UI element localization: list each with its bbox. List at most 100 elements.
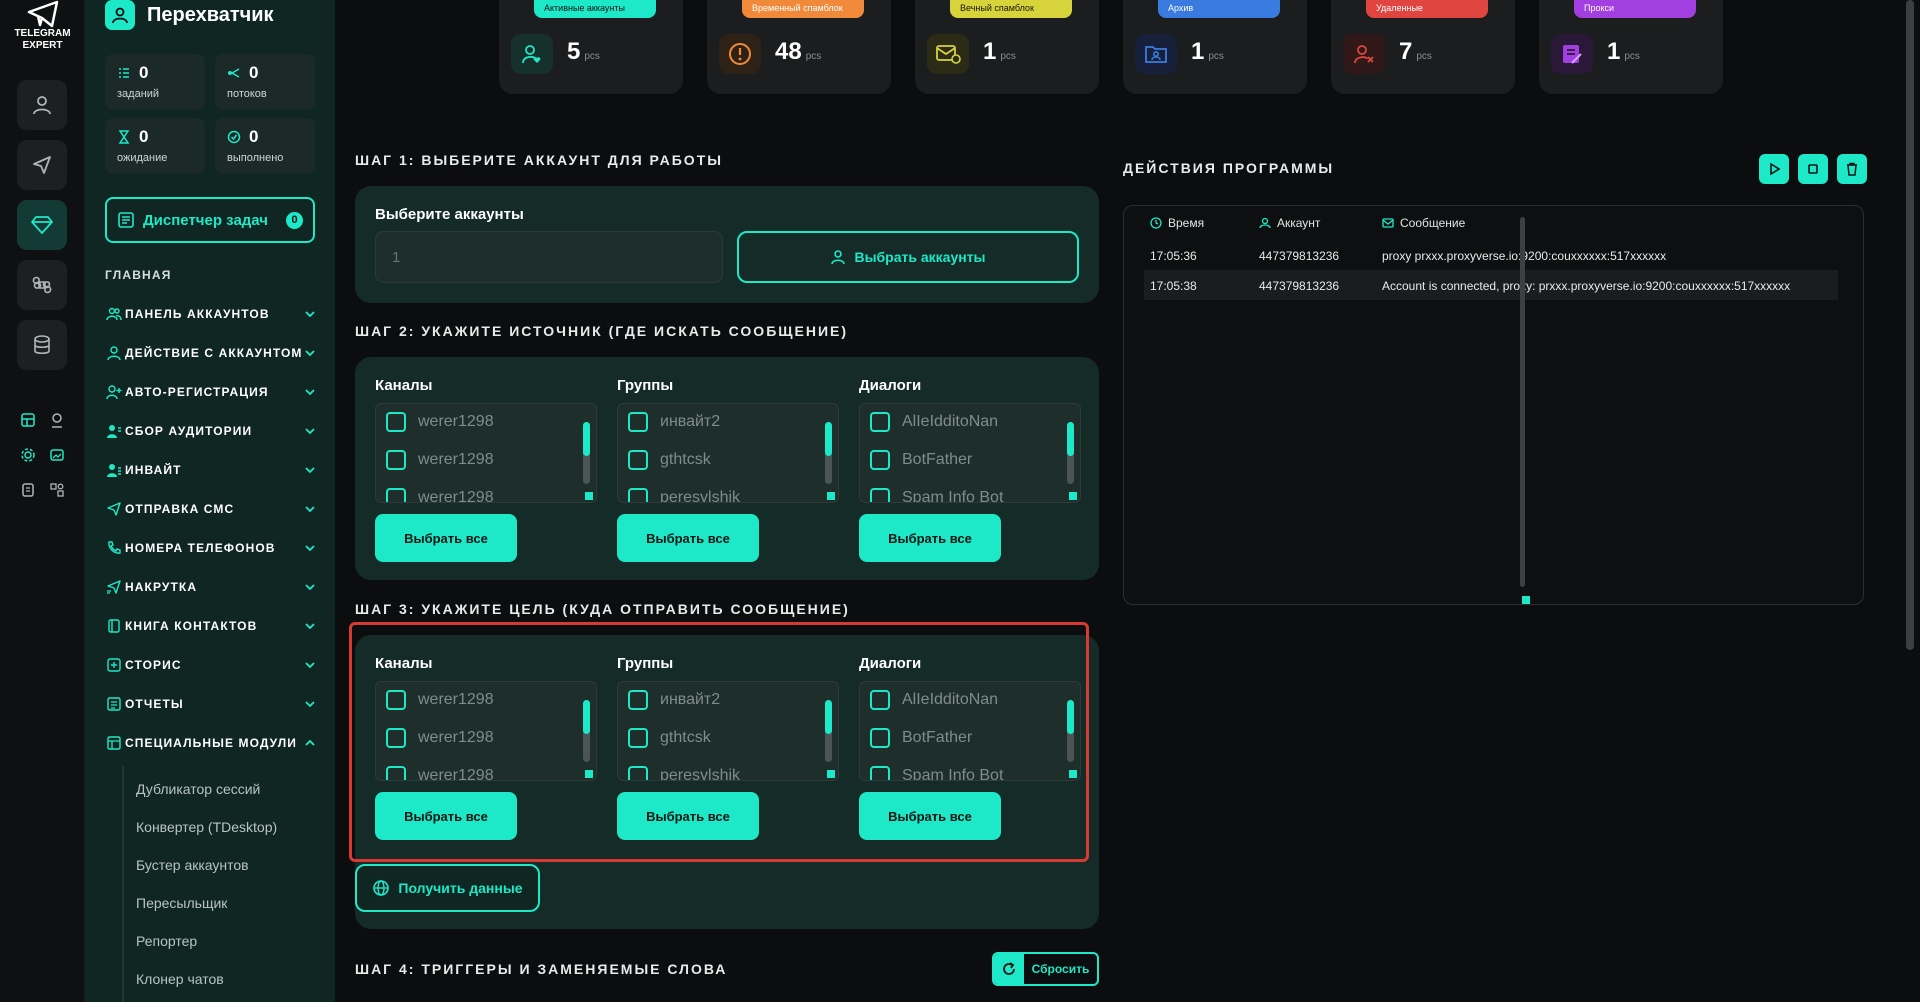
- select-all-button[interactable]: Выбрать все: [375, 514, 517, 562]
- list-item[interactable]: AlIeIdditoNan: [870, 412, 998, 432]
- cell-time: 17:05:38: [1150, 279, 1197, 293]
- nav-item-audience[interactable]: СБОР АУДИТОРИИ: [105, 421, 317, 441]
- rail-premium-button[interactable]: [17, 200, 67, 250]
- small-image-icon[interactable]: [47, 445, 67, 465]
- card-permanent-spamblock[interactable]: Вечный спамблок 1 pcs: [915, 0, 1099, 94]
- table-row: 17:05:38 447379813236 Account is connect…: [1144, 270, 1838, 300]
- resize-handle[interactable]: [1069, 492, 1077, 500]
- checkbox[interactable]: [386, 412, 406, 432]
- nav-item-stories[interactable]: СТОРИС: [105, 655, 317, 675]
- get-data-label: Получить данные: [398, 880, 523, 896]
- cell-account: 447379813236: [1259, 249, 1340, 263]
- nav-item-contacts-book[interactable]: КНИГА КОНТАКТОВ: [105, 616, 317, 636]
- source-groups-list[interactable]: инвайт2 gthtcsk peresylshik: [617, 403, 839, 503]
- nav-item-sms[interactable]: ОТПРАВКА СМС: [105, 499, 317, 519]
- stat-label: потоков: [227, 88, 267, 100]
- checkbox[interactable]: [628, 412, 648, 432]
- column-header-time[interactable]: Время: [1150, 216, 1204, 230]
- small-document-icon[interactable]: [18, 480, 38, 500]
- list-item[interactable]: инвайт2: [628, 412, 720, 432]
- submenu-item[interactable]: Клонер чатов: [122, 971, 312, 987]
- submenu-item[interactable]: Репортер: [122, 933, 312, 949]
- nav-item-reports[interactable]: ОТЧЕТЫ: [105, 694, 317, 714]
- rail-accounts-button[interactable]: [17, 80, 67, 130]
- card-value-wrap: 1 pcs: [983, 38, 1016, 66]
- scrollbar[interactable]: [825, 422, 832, 484]
- stat-value: 0: [249, 63, 259, 82]
- checkbox[interactable]: [628, 450, 648, 470]
- card-value: 48: [775, 38, 802, 65]
- submenu-item[interactable]: Пересыльщик: [122, 895, 312, 911]
- resize-handle[interactable]: [827, 492, 835, 500]
- submenu-item[interactable]: Бустер аккаунтов: [122, 857, 312, 873]
- source-channels-list[interactable]: werer1298 werer1298 werer1298: [375, 403, 597, 503]
- card-archive[interactable]: Архив 1 pcs: [1123, 0, 1307, 94]
- stop-button[interactable]: [1798, 154, 1828, 184]
- select-accounts-button[interactable]: Выбрать аккаунты: [737, 231, 1079, 283]
- submenu-item[interactable]: Конвертер (TDesktop): [122, 819, 312, 835]
- accounts-count-input[interactable]: 1: [375, 231, 723, 283]
- brand-logo[interactable]: TELEGRAM EXPERT: [0, 0, 85, 52]
- play-button[interactable]: [1759, 154, 1789, 184]
- scrollbar-thumb[interactable]: [583, 422, 590, 456]
- list-item[interactable]: werer1298: [386, 412, 494, 432]
- nav-item-special-modules[interactable]: СПЕЦИАЛЬНЫЕ МОДУЛИ: [105, 733, 317, 753]
- scrollbar[interactable]: [583, 422, 590, 484]
- checkbox[interactable]: [628, 488, 648, 502]
- scrollbar[interactable]: [1067, 422, 1074, 484]
- page-scrollbar[interactable]: [1906, 0, 1914, 650]
- chevron-down-icon: [305, 623, 315, 630]
- step1-panel: Выберите аккаунты 1 Выбрать аккаунты: [355, 186, 1099, 303]
- checkbox[interactable]: [386, 450, 406, 470]
- rail-database-button[interactable]: [17, 320, 67, 370]
- nav-item-auto-registration[interactable]: АВТО-РЕГИСТРАЦИЯ: [105, 382, 317, 402]
- list-item[interactable]: werer1298: [386, 488, 494, 502]
- nav-item-label: ИНВАЙТ: [125, 463, 182, 477]
- log-resize-handle[interactable]: [1522, 596, 1530, 604]
- list-item-label: AlIeIdditoNan: [902, 413, 999, 430]
- log-scrollbar[interactable]: [1520, 217, 1525, 587]
- rail-send-button[interactable]: [17, 140, 67, 190]
- list-item[interactable]: Spam Info Bot: [870, 488, 1003, 502]
- nav-item-invite[interactable]: ИНВАЙТ: [105, 460, 317, 480]
- column-header-account[interactable]: Аккаунт: [1259, 216, 1320, 230]
- get-data-button[interactable]: Получить данные: [355, 864, 540, 912]
- small-table-icon[interactable]: [18, 410, 38, 430]
- checkbox[interactable]: [870, 412, 890, 432]
- dispatcher-count-badge: 0: [286, 212, 303, 229]
- checkbox[interactable]: [870, 488, 890, 502]
- checkbox[interactable]: [870, 450, 890, 470]
- card-temp-spamblock[interactable]: Временный спамблок 48 pcs: [707, 0, 891, 94]
- resize-handle[interactable]: [585, 492, 593, 500]
- list-item[interactable]: peresylshik: [628, 488, 740, 502]
- select-all-button[interactable]: Выбрать все: [617, 514, 759, 562]
- nav-item-account-action[interactable]: ДЕЙСТВИЕ С АККАУНТОМ: [105, 343, 317, 363]
- card-active-accounts[interactable]: Активные аккаунты 5 pcs: [499, 0, 683, 94]
- user-plus-icon: [105, 383, 123, 401]
- small-location-icon[interactable]: [47, 410, 67, 430]
- select-all-button[interactable]: Выбрать все: [859, 514, 1001, 562]
- list-item[interactable]: werer1298: [386, 450, 494, 470]
- user-icon: [112, 7, 128, 24]
- nav-item-boost[interactable]: НАКРУТКА: [105, 577, 317, 597]
- scrollbar-thumb[interactable]: [825, 422, 832, 456]
- card-proxy[interactable]: Прокси 1 pcs: [1539, 0, 1723, 94]
- list-item[interactable]: BotFather: [870, 450, 972, 470]
- checkbox[interactable]: [386, 488, 406, 502]
- clear-log-button[interactable]: [1837, 154, 1867, 184]
- list-item[interactable]: gthtcsk: [628, 450, 711, 470]
- task-dispatcher-button[interactable]: Диспетчер задач 0: [105, 197, 315, 243]
- brand-line-2: EXPERT: [22, 40, 63, 51]
- small-grid-icon[interactable]: [47, 480, 67, 500]
- small-settings-icon[interactable]: [18, 445, 38, 465]
- source-dialogs-list[interactable]: AlIeIdditoNan BotFather Spam Info Bot: [859, 403, 1081, 503]
- command-icon: [32, 276, 52, 294]
- rail-command-button[interactable]: [17, 260, 67, 310]
- column-header-message[interactable]: Сообщение: [1382, 216, 1465, 230]
- nav-item-phone-numbers[interactable]: НОМЕРА ТЕЛЕФОНОВ: [105, 538, 317, 558]
- submenu-item[interactable]: Дубликатор сессий: [122, 781, 312, 797]
- nav-item-accounts-panel[interactable]: ПАНЕЛЬ АККАУНТОВ: [105, 304, 317, 324]
- scrollbar-thumb[interactable]: [1067, 422, 1074, 456]
- reset-button[interactable]: Сбросить: [992, 952, 1099, 986]
- card-deleted[interactable]: Удаленные 7 pcs: [1331, 0, 1515, 94]
